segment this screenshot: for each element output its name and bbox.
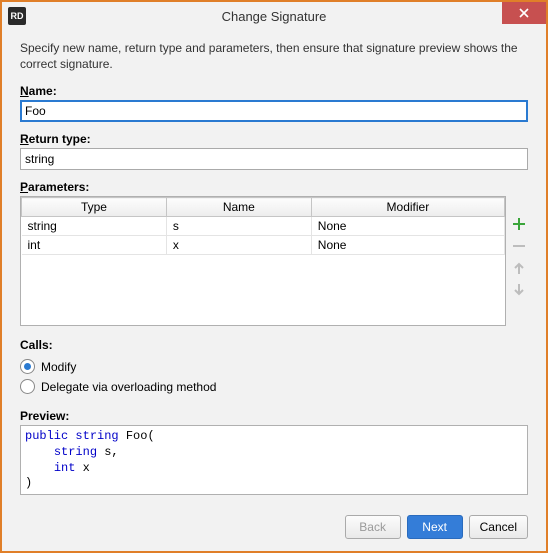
cell-name[interactable]: x	[166, 236, 311, 255]
next-button[interactable]: Next	[407, 515, 463, 539]
col-modifier[interactable]: Modifier	[311, 198, 504, 217]
return-type-input[interactable]	[20, 148, 528, 170]
radio-modify-label: Modify	[41, 360, 76, 374]
radio-modify[interactable]: Modify	[20, 359, 528, 374]
cancel-button[interactable]: Cancel	[469, 515, 528, 539]
radio-icon	[20, 359, 35, 374]
move-down-button[interactable]	[511, 282, 527, 298]
titlebar: RD Change Signature	[2, 2, 546, 30]
return-type-label: Return type:	[20, 132, 528, 146]
dialog-content: Specify new name, return type and parame…	[2, 30, 546, 551]
parameter-side-buttons	[510, 196, 528, 326]
col-type[interactable]: Type	[22, 198, 167, 217]
arrow-up-icon	[513, 261, 525, 275]
radio-delegate[interactable]: Delegate via overloading method	[20, 379, 528, 394]
dialog-buttons: Back Next Cancel	[20, 503, 528, 539]
calls-label: Calls:	[20, 338, 528, 352]
back-button[interactable]: Back	[345, 515, 401, 539]
move-up-button[interactable]	[511, 260, 527, 276]
col-name[interactable]: Name	[166, 198, 311, 217]
table-row[interactable]: string s None	[22, 217, 505, 236]
parameters-table[interactable]: Type Name Modifier string s None int	[20, 196, 506, 326]
table-row[interactable]: int x None	[22, 236, 505, 255]
cell-type[interactable]: int	[22, 236, 167, 255]
cell-type[interactable]: string	[22, 217, 167, 236]
radio-icon	[20, 379, 35, 394]
add-parameter-button[interactable]	[511, 216, 527, 232]
preview-box: public string Foo( string s, int x )	[20, 425, 528, 495]
plus-icon	[512, 217, 526, 231]
window-title: Change Signature	[2, 9, 546, 24]
cell-name[interactable]: s	[166, 217, 311, 236]
arrow-down-icon	[513, 283, 525, 297]
instruction-text: Specify new name, return type and parame…	[20, 40, 528, 72]
table-header-row: Type Name Modifier	[22, 198, 505, 217]
close-button[interactable]	[502, 2, 546, 24]
dialog-window: RD Change Signature Specify new name, re…	[0, 0, 548, 553]
app-icon: RD	[8, 7, 26, 25]
parameters-label: Parameters:	[20, 180, 528, 194]
minus-icon	[512, 239, 526, 253]
cell-modifier[interactable]: None	[311, 217, 504, 236]
remove-parameter-button[interactable]	[511, 238, 527, 254]
name-label: Name:	[20, 84, 528, 98]
radio-delegate-label: Delegate via overloading method	[41, 380, 216, 394]
cell-modifier[interactable]: None	[311, 236, 504, 255]
close-icon	[519, 8, 529, 18]
name-input[interactable]	[20, 100, 528, 122]
preview-label: Preview:	[20, 409, 528, 423]
